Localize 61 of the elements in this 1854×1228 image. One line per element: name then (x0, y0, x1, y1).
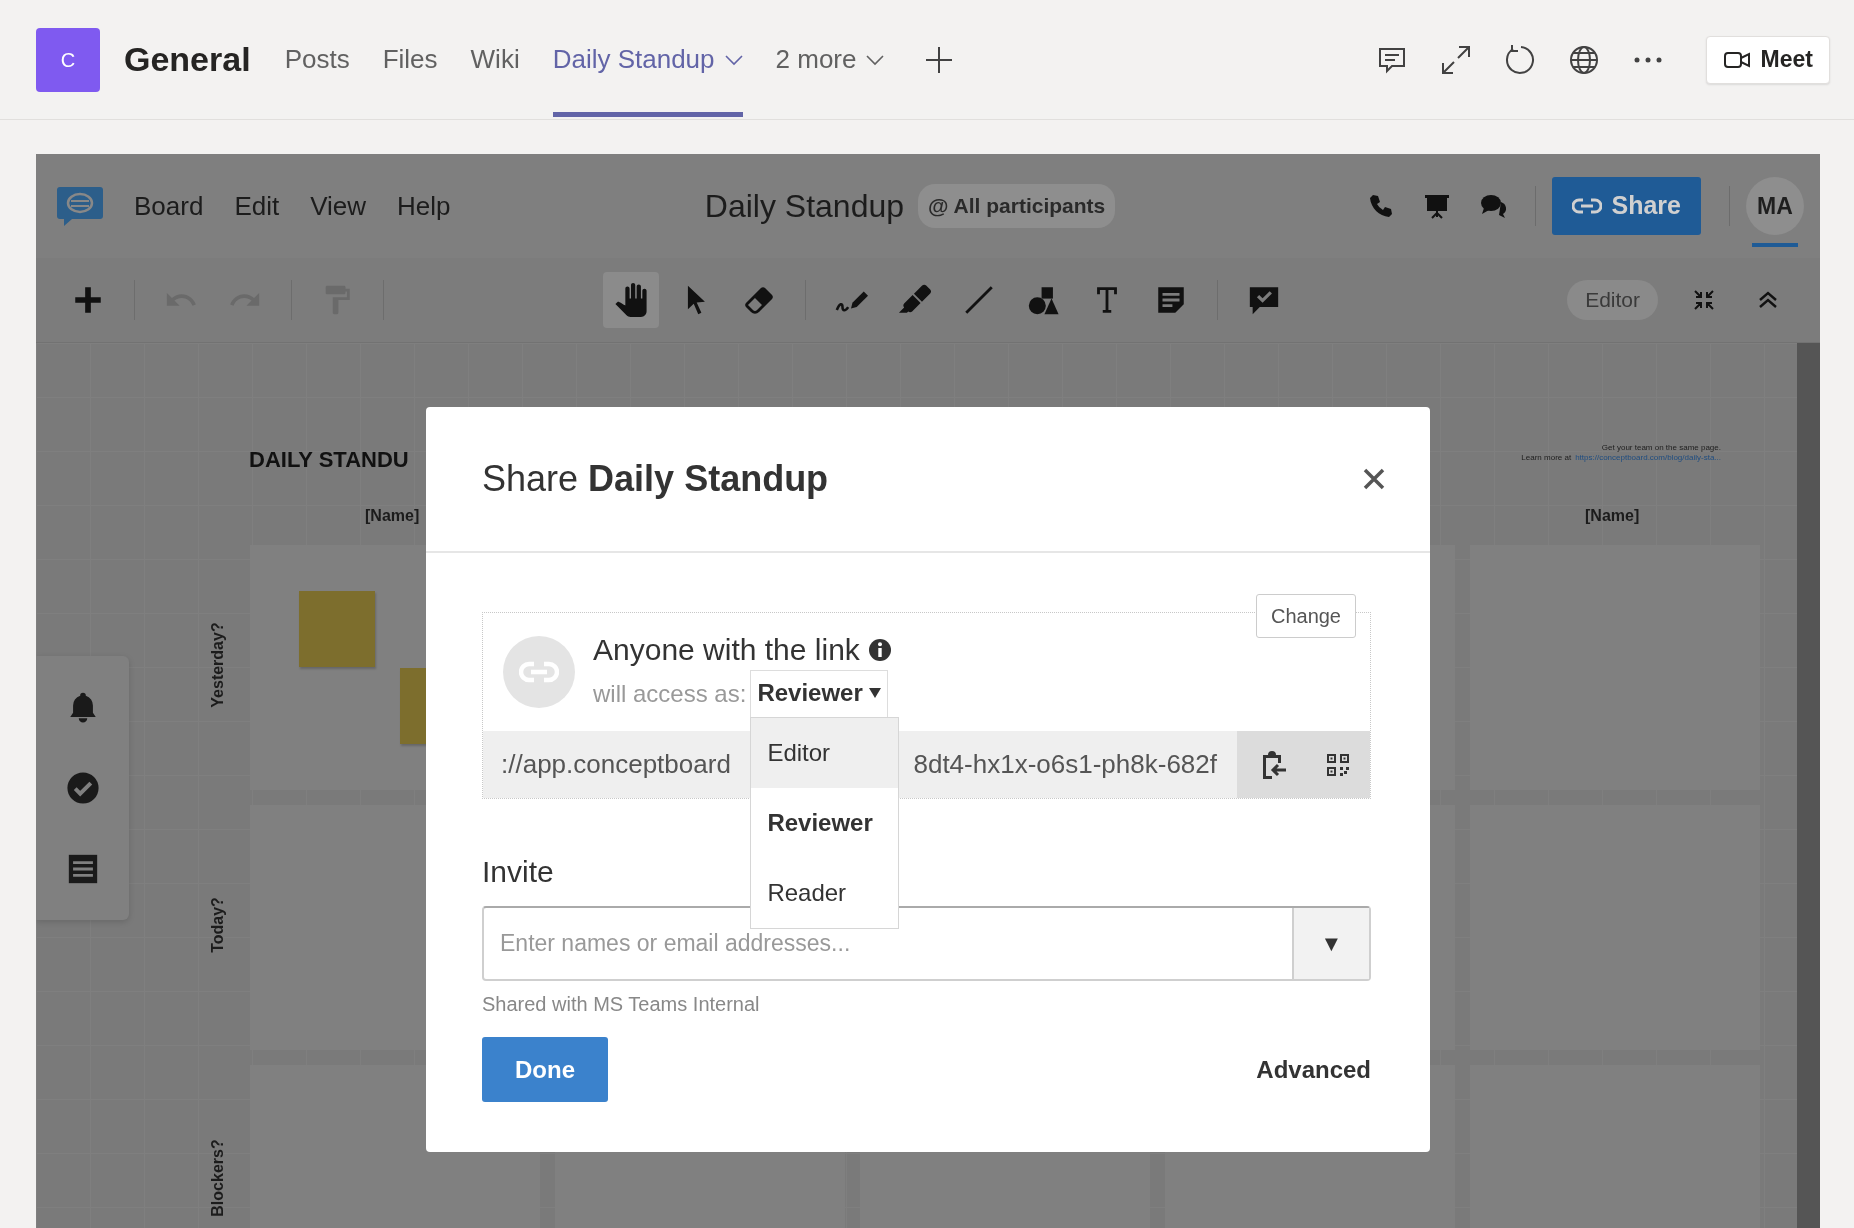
invite-label: Invite (482, 854, 554, 890)
name-label: [Name] (1585, 506, 1640, 526)
dropdown-button[interactable]: ▼ (1292, 908, 1369, 979)
menu-item[interactable]: Board (134, 186, 204, 226)
chat-bubbles-icon (1478, 192, 1507, 220)
more-icon (1632, 56, 1663, 63)
mode-button[interactable]: Editor (1567, 280, 1658, 320)
collapse-icon (1692, 288, 1716, 312)
logo-icon (56, 185, 104, 227)
qr-code-button[interactable] (1326, 752, 1351, 777)
tool-button[interactable] (602, 272, 659, 328)
link-heading: Anyone with the link (593, 632, 860, 668)
tab[interactable]: 2 more (775, 0, 885, 120)
tab[interactable]: Posts (284, 0, 350, 120)
access-label: will access as: (593, 678, 747, 709)
close-button[interactable] (1362, 467, 1386, 491)
caret-down-icon (868, 688, 881, 698)
info-icon (867, 637, 892, 662)
url-text: 8dt4-hx1x-o6s1-ph8k-682f (913, 748, 1217, 781)
header-button[interactable] (1478, 192, 1507, 220)
tab[interactable]: Files (382, 0, 438, 120)
invite-field[interactable]: Enter names or email addresses... ▼ (482, 906, 1371, 981)
tab[interactable]: Daily Standup (552, 0, 743, 120)
panel-button[interactable] (65, 771, 100, 805)
qr-code-icon (1326, 752, 1351, 777)
active-underline (1752, 243, 1798, 247)
access-dropdown[interactable]: Reviewer (750, 670, 888, 717)
row-label: Blockers? (208, 1139, 227, 1217)
board-heading: DAILY STANDU (249, 446, 409, 474)
check-circle-icon (65, 771, 100, 805)
link-icon (1571, 197, 1602, 215)
team-avatar[interactable]: C (36, 27, 100, 92)
link-icon (519, 660, 559, 684)
menu-item[interactable]: Help (397, 186, 451, 226)
learn-more-text: Learn more at (1521, 453, 1572, 464)
done-button[interactable]: Done (482, 1037, 608, 1102)
name-label: [Name] (365, 506, 420, 526)
menu-item[interactable]: View (310, 186, 367, 226)
url-text: ://app.conceptboard (501, 748, 731, 781)
shared-note: Shared with MS Teams Internal (482, 992, 761, 1017)
row-label: Yesterday? (208, 622, 227, 708)
row-label: Today? (208, 897, 227, 953)
meet-button[interactable]: Meet (1705, 35, 1830, 84)
plus-icon (925, 45, 954, 74)
change-button[interactable]: Change (1255, 594, 1356, 638)
scrollbar[interactable] (1797, 343, 1820, 1228)
dialog-title: Share Daily Standup (482, 457, 829, 501)
tagline: Get your team on the same page. (1600, 443, 1721, 454)
user-avatar[interactable]: MA (1746, 177, 1804, 235)
hand-icon (613, 283, 648, 317)
advanced-link[interactable]: Advanced (1256, 1051, 1371, 1088)
share-button[interactable]: Share (1551, 177, 1701, 235)
header-button[interactable] (1422, 192, 1451, 220)
presentation-icon (1422, 192, 1451, 220)
close-icon (1362, 467, 1386, 491)
tab[interactable]: Wiki (470, 0, 520, 120)
menu-option[interactable]: Editor (751, 718, 899, 788)
participants-badge[interactable]: @ All participants (918, 184, 1116, 228)
menu-item[interactable]: Edit (234, 186, 280, 226)
channel-name: General (124, 39, 251, 80)
board-title: Daily Standup (704, 187, 905, 226)
